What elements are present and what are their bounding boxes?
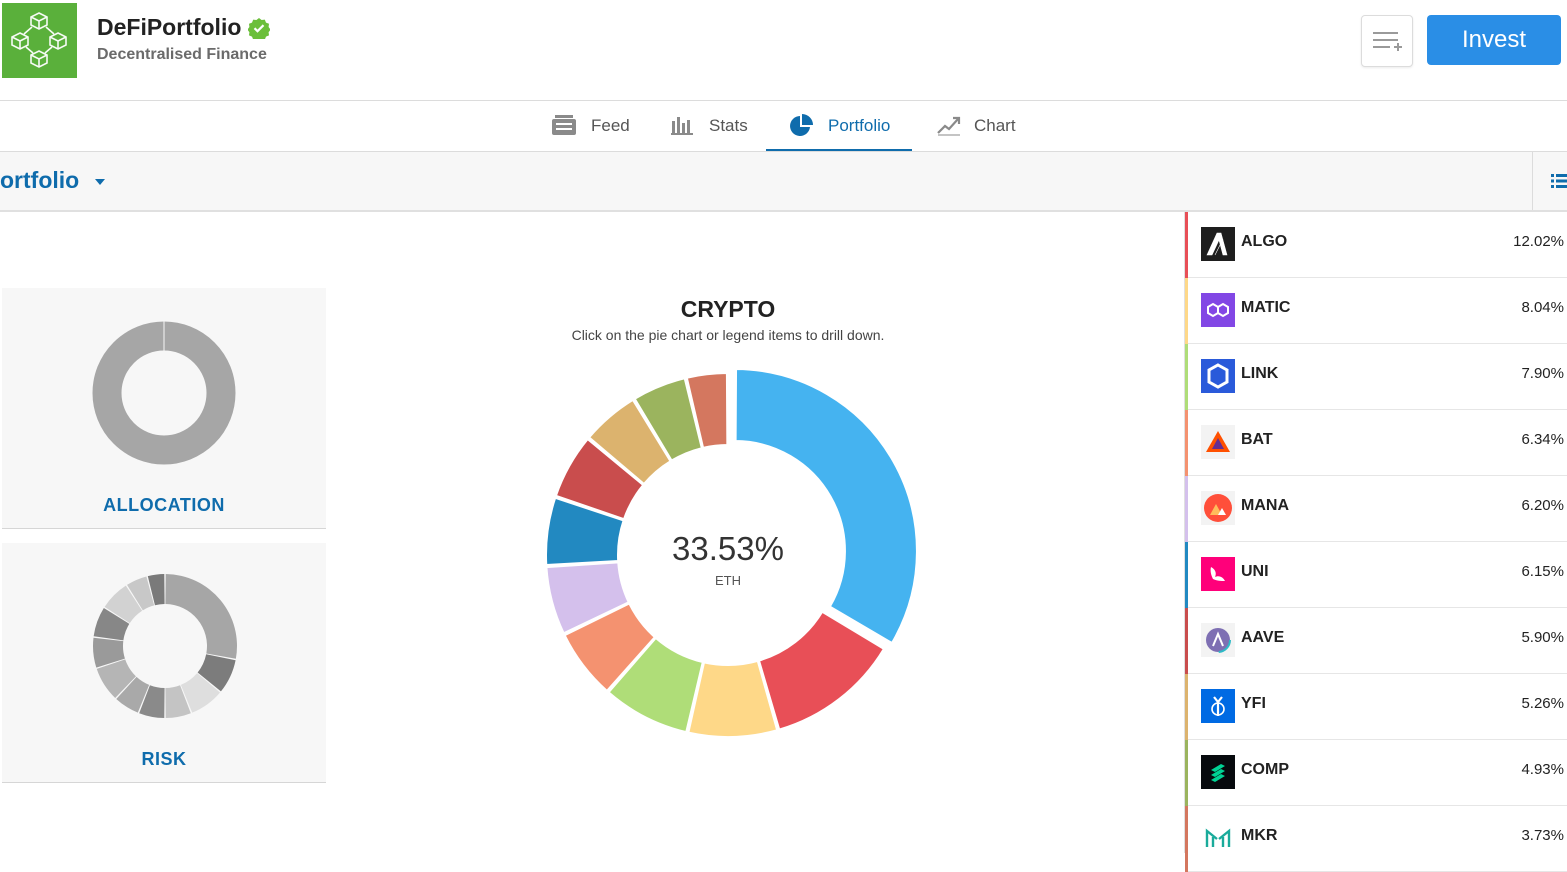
feed-icon bbox=[552, 115, 576, 135]
holding-percent: 3.73% bbox=[1521, 827, 1564, 844]
pie-slice-algo[interactable] bbox=[757, 610, 886, 731]
list-item[interactable]: COMP 4.93% bbox=[1185, 740, 1567, 806]
holding-percent: 7.90% bbox=[1521, 365, 1564, 382]
holdings-list: ALGO 12.02% MATIC 8.04% LINK 7.90% BAT 6… bbox=[1184, 212, 1567, 872]
list-item[interactable]: MATIC 8.04% bbox=[1185, 278, 1567, 344]
list-item[interactable]: MKR 3.73% bbox=[1185, 806, 1567, 872]
tab-bar: Feed Stats Portfolio Chart bbox=[0, 101, 1567, 152]
list-item[interactable]: MANA 6.20% bbox=[1185, 476, 1567, 542]
center-label: ETH bbox=[715, 573, 741, 588]
list-item[interactable]: LINK 7.90% bbox=[1185, 344, 1567, 410]
row-color-bar bbox=[1185, 740, 1188, 806]
risk-donut bbox=[93, 574, 237, 718]
tab-chart-label: Chart bbox=[974, 116, 1016, 135]
tab-portfolio-label: Portfolio bbox=[828, 116, 891, 135]
allocation-label: ALLOCATION bbox=[103, 495, 225, 515]
yfi-icon bbox=[1201, 689, 1235, 723]
list-view-icon[interactable] bbox=[1551, 174, 1567, 188]
row-color-bar bbox=[1185, 410, 1188, 476]
tab-chart[interactable]: Chart bbox=[934, 101, 1034, 151]
risk-label: RISK bbox=[141, 749, 187, 769]
holding-percent: 4.93% bbox=[1521, 761, 1564, 778]
bat-icon bbox=[1201, 425, 1235, 459]
holding-symbol: AAVE bbox=[1241, 629, 1285, 646]
holding-symbol: BAT bbox=[1241, 431, 1273, 448]
pie-slice-eth[interactable] bbox=[734, 368, 918, 645]
list-item[interactable]: UNI 6.15% bbox=[1185, 542, 1567, 608]
tab-feed[interactable]: Feed bbox=[548, 101, 648, 151]
center-value: 33.53% bbox=[672, 530, 784, 567]
tab-stats-label: Stats bbox=[709, 116, 748, 135]
holding-symbol: MANA bbox=[1241, 497, 1289, 514]
portfolio-toolbar: ortfolio bbox=[0, 152, 1567, 212]
toolbar-divider bbox=[1532, 152, 1533, 210]
holding-percent: 5.90% bbox=[1521, 629, 1564, 646]
link-icon bbox=[1201, 359, 1235, 393]
row-color-bar bbox=[1185, 608, 1188, 674]
list-item[interactable]: AAVE 5.90% bbox=[1185, 608, 1567, 674]
risk-segment bbox=[165, 574, 237, 659]
comp-icon bbox=[1201, 755, 1235, 789]
list-item[interactable]: YFI 5.26% bbox=[1185, 674, 1567, 740]
uni-icon bbox=[1201, 557, 1235, 591]
algo-icon bbox=[1201, 227, 1235, 261]
holding-percent: 8.04% bbox=[1521, 299, 1564, 316]
chart-line-icon bbox=[937, 116, 961, 136]
portfolio-title: DeFiPortfolio bbox=[97, 14, 242, 40]
chevron-down-icon[interactable] bbox=[95, 179, 105, 185]
header: DeFiPortfolio Decentralised Finance Inve… bbox=[0, 0, 1567, 101]
holding-symbol: MATIC bbox=[1241, 299, 1291, 316]
row-color-bar bbox=[1185, 212, 1188, 278]
allocation-card[interactable]: ALLOCATION bbox=[2, 288, 326, 529]
stats-bars-icon bbox=[671, 117, 693, 135]
risk-card[interactable]: RISK bbox=[2, 543, 326, 783]
holding-symbol: YFI bbox=[1241, 695, 1266, 712]
portfolio-view-dropdown[interactable]: ortfolio bbox=[0, 167, 79, 194]
holding-percent: 5.26% bbox=[1521, 695, 1564, 712]
add-to-watchlist-button[interactable] bbox=[1361, 15, 1413, 67]
holding-symbol: COMP bbox=[1241, 761, 1289, 778]
row-color-bar bbox=[1185, 476, 1188, 542]
verified-check-icon bbox=[247, 17, 271, 42]
mana-icon bbox=[1201, 491, 1235, 525]
holding-symbol: MKR bbox=[1241, 827, 1278, 844]
add-to-list-icon bbox=[1373, 32, 1402, 51]
list-item[interactable]: ALGO 12.02% bbox=[1185, 212, 1567, 278]
holding-symbol: UNI bbox=[1241, 563, 1269, 580]
invest-button[interactable]: Invest bbox=[1427, 15, 1561, 65]
tab-stats[interactable]: Stats bbox=[668, 101, 758, 151]
holding-symbol: ALGO bbox=[1241, 233, 1288, 250]
pie-icon bbox=[790, 114, 813, 136]
row-color-bar bbox=[1185, 344, 1188, 410]
list-item[interactable]: BAT 6.34% bbox=[1185, 410, 1567, 476]
row-color-bar bbox=[1185, 674, 1188, 740]
blockchain-cubes-icon[interactable] bbox=[2, 3, 77, 78]
holding-percent: 6.15% bbox=[1521, 563, 1564, 580]
tab-portfolio[interactable]: Portfolio bbox=[766, 101, 912, 151]
chart-subtitle: Click on the pie chart or legend items t… bbox=[571, 327, 885, 343]
holding-symbol: LINK bbox=[1241, 365, 1279, 382]
holding-percent: 12.02% bbox=[1513, 233, 1564, 250]
chart-title: CRYPTO bbox=[680, 296, 776, 322]
tab-feed-label: Feed bbox=[591, 116, 630, 135]
portfolio-subtitle: Decentralised Finance bbox=[97, 46, 267, 63]
row-color-bar bbox=[1185, 542, 1188, 608]
aave-icon bbox=[1201, 623, 1235, 657]
mkr-icon bbox=[1201, 821, 1235, 855]
matic-icon bbox=[1201, 293, 1235, 327]
holding-percent: 6.20% bbox=[1521, 497, 1564, 514]
allocation-donut bbox=[92, 321, 236, 465]
row-color-bar bbox=[1185, 806, 1188, 872]
row-color-bar bbox=[1185, 278, 1188, 344]
holding-percent: 6.34% bbox=[1521, 431, 1564, 448]
